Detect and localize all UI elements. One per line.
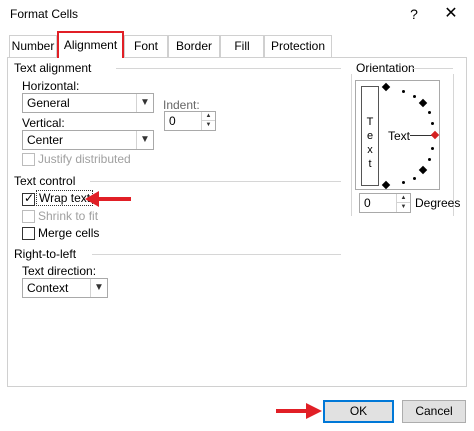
degrees-label: Degrees xyxy=(415,196,461,210)
degrees-spinner[interactable]: 0 ▲ ▼ xyxy=(359,193,411,213)
annotation-arrow-wrap-shaft xyxy=(99,197,131,201)
justify-distributed-checkbox[interactable] xyxy=(22,153,35,166)
annotation-arrow-ok xyxy=(306,403,322,419)
close-button[interactable]: ✕ xyxy=(441,4,461,24)
tab-protection[interactable]: Protection xyxy=(264,35,332,57)
indent-spinner[interactable]: 0 ▲ ▼ xyxy=(164,111,216,131)
chevron-down-icon: ▼ xyxy=(90,279,107,297)
divider xyxy=(351,74,352,216)
divider xyxy=(92,254,341,255)
chevron-down-icon: ▼ xyxy=(136,131,153,149)
dial-text-label: Text xyxy=(388,129,411,143)
spin-up-icon[interactable]: ▲ xyxy=(397,194,410,203)
ok-button[interactable]: OK xyxy=(323,400,394,423)
orientation-dot xyxy=(402,181,405,184)
indent-value: 0 xyxy=(169,114,176,128)
merge-cells-checkbox[interactable] xyxy=(22,227,35,240)
vertical-value: Center xyxy=(27,133,64,147)
merge-cells-label: Merge cells xyxy=(38,226,100,240)
section-text-control: Text control xyxy=(14,174,76,188)
degrees-value: 0 xyxy=(364,196,371,210)
orientation-dot xyxy=(431,122,434,125)
orientation-dot xyxy=(413,177,416,180)
annotation-arrow-ok-shaft xyxy=(276,409,306,413)
vertical-text-button[interactable]: Text xyxy=(361,86,379,186)
horizontal-label: Horizontal: xyxy=(22,79,80,93)
section-right-to-left: Right-to-left xyxy=(14,247,77,261)
orientation-needle xyxy=(410,135,432,136)
shrink-to-fit-label: Shrink to fit xyxy=(38,209,99,223)
help-button[interactable]: ? xyxy=(404,4,424,24)
text-direction-dropdown[interactable]: Context ▼ xyxy=(22,278,108,298)
orientation-dot xyxy=(428,111,431,114)
vertical-text-label: Text xyxy=(366,116,374,170)
text-direction-label: Text direction: xyxy=(22,264,97,278)
spin-down-icon[interactable]: ▼ xyxy=(397,203,410,212)
section-text-alignment: Text alignment xyxy=(14,61,92,75)
spin-down-icon[interactable]: ▼ xyxy=(202,121,215,130)
degrees-spin-buttons: ▲ ▼ xyxy=(396,194,410,212)
divider xyxy=(116,68,341,69)
annotation-arrow-wrap xyxy=(85,191,99,207)
wrap-text-checkbox[interactable]: ✓ xyxy=(22,191,35,206)
orientation-dot xyxy=(413,95,416,98)
orientation-dot xyxy=(431,147,434,150)
tab-font[interactable]: Font xyxy=(124,35,168,57)
indent-label: Indent: xyxy=(163,98,200,112)
tab-alignment[interactable]: Alignment xyxy=(57,31,124,58)
tab-border[interactable]: Border xyxy=(168,35,220,57)
tab-fill[interactable]: Fill xyxy=(220,35,264,57)
chevron-down-icon: ▼ xyxy=(136,94,153,112)
orientation-dot xyxy=(428,158,431,161)
vertical-label: Vertical: xyxy=(22,116,65,130)
shrink-to-fit-checkbox[interactable] xyxy=(22,210,35,223)
text-direction-value: Context xyxy=(27,281,69,295)
horizontal-dropdown[interactable]: General ▼ xyxy=(22,93,154,113)
horizontal-value: General xyxy=(27,96,70,110)
section-orientation: Orientation xyxy=(356,61,415,75)
dialog-title: Format Cells xyxy=(10,7,79,21)
vertical-dropdown[interactable]: Center ▼ xyxy=(22,130,154,150)
justify-distributed-label: Justify distributed xyxy=(38,152,131,166)
divider xyxy=(413,68,453,69)
indent-spin-buttons: ▲ ▼ xyxy=(201,112,215,130)
divider xyxy=(453,74,454,216)
tab-number[interactable]: Number xyxy=(9,35,57,57)
orientation-dot xyxy=(402,90,405,93)
cancel-button[interactable]: Cancel xyxy=(402,400,466,423)
spin-up-icon[interactable]: ▲ xyxy=(202,112,215,121)
checkmark-icon: ✓ xyxy=(24,191,35,205)
divider xyxy=(90,181,341,182)
